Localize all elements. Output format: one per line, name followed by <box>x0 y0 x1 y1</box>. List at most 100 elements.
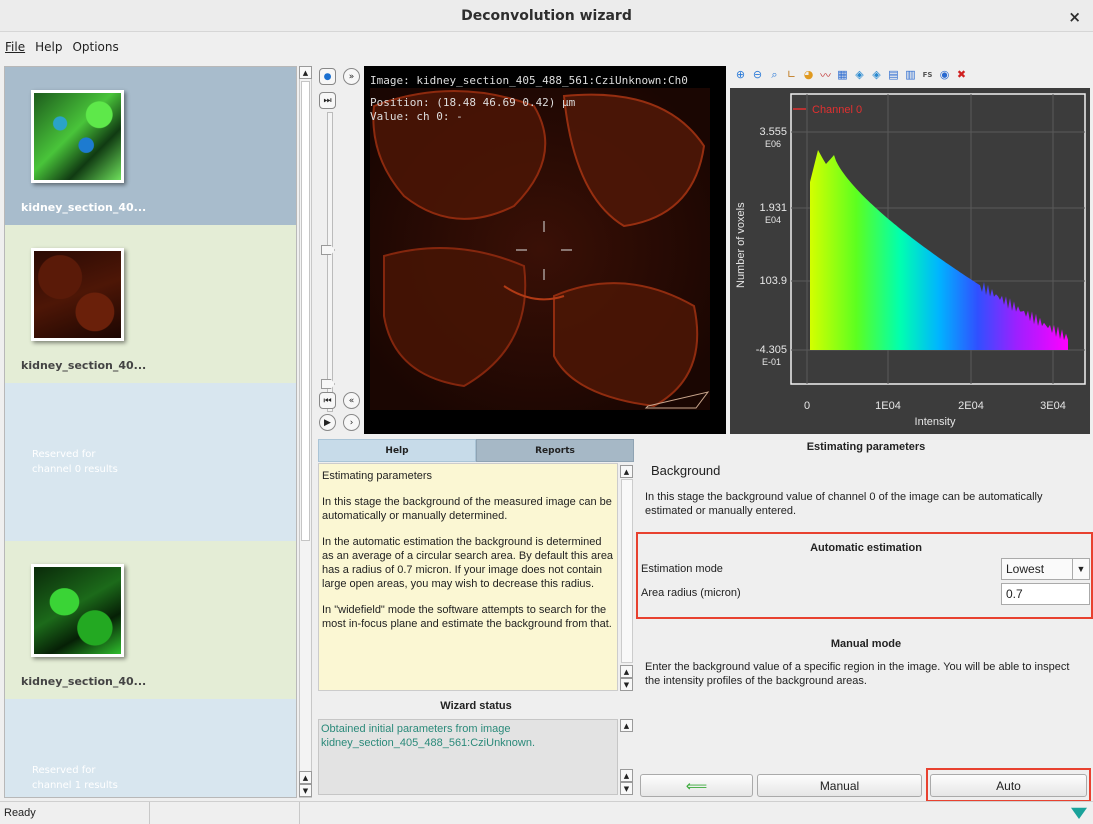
status-text: Ready <box>0 802 150 824</box>
area-radius-label: Area radius (micron) <box>641 587 741 599</box>
tab-help[interactable]: Help <box>318 439 476 462</box>
chart-icon[interactable]: ▦ <box>835 67 850 82</box>
window-title: Deconvolution wizard <box>461 7 632 24</box>
table-icon[interactable]: ▤ <box>886 67 901 82</box>
params-title: Estimating parameters <box>806 441 926 453</box>
chevron-down-icon: ▼ <box>1072 559 1089 579</box>
estimation-mode-label: Estimation mode <box>641 563 723 575</box>
forward-step-icon[interactable]: » <box>343 68 360 85</box>
thumbnail-item[interactable]: kidney_section_40... <box>5 225 296 383</box>
y-tick-exponent: E06 <box>765 139 781 149</box>
thumbnail-image <box>31 90 124 183</box>
help-text-panel: Estimating parameters In this stage the … <box>318 463 618 691</box>
y-tick-label: 103.9 <box>759 275 787 287</box>
menu-file[interactable]: File <box>5 40 25 54</box>
help-paragraph: In "widefield" mode the software attempt… <box>322 604 612 630</box>
status-segment <box>150 802 300 824</box>
scroll-thumb[interactable] <box>301 81 310 541</box>
thumbnail-scrollbar[interactable]: ▲ ▲ ▼ <box>299 66 312 798</box>
auto-button[interactable]: Auto <box>930 774 1087 797</box>
palette-icon[interactable]: ◕ <box>801 67 816 82</box>
manual-mode-title: Manual mode <box>830 638 902 650</box>
label-icon[interactable]: ◈ <box>869 67 884 82</box>
params-description: In this stage the background value of ch… <box>645 491 1043 517</box>
viewer-position: Position: (18.48 46.69 0.42) µm <box>370 96 576 109</box>
y-tick-label: -4.305 <box>756 344 787 356</box>
menu-options[interactable]: Options <box>72 40 118 54</box>
histogram-svg: Channel 0 3.555E06 1.931E04 103.9 -4.305E-0… <box>735 93 1086 428</box>
play-icon[interactable]: ▶ <box>319 414 336 431</box>
scroll-thumb[interactable] <box>621 479 633 663</box>
x-tick-label: 2E04 <box>958 400 984 412</box>
auto-estimation-title: Automatic estimation <box>810 542 922 554</box>
x-tick-label: 0 <box>804 400 810 412</box>
reserved-text: Reserved for channel 1 results <box>32 765 118 791</box>
menu-help[interactable]: Help <box>35 40 62 54</box>
help-icon[interactable]: ◉ <box>937 67 952 82</box>
thumbnail-panel: kidney_section_40... kidney_section_40..… <box>4 66 297 798</box>
scroll-up-icon[interactable]: ▲ <box>620 465 633 478</box>
y-tick-label: 3.555 <box>759 126 787 138</box>
status-scrollbar[interactable]: ▲ ▲ ▼ <box>620 719 634 795</box>
manual-button[interactable]: Manual <box>757 774 922 797</box>
line-plot-icon[interactable]: 〰 <box>818 67 833 82</box>
thumbnail-label: kidney_section_40... <box>21 359 147 372</box>
skip-start-icon[interactable]: ⏮ <box>319 392 336 409</box>
manual-mode-description: Enter the background value of a specific… <box>645 661 1070 687</box>
thumbnail-item[interactable]: kidney_section_40... <box>5 67 296 225</box>
thumbnail-label: kidney_section_40... <box>21 201 147 214</box>
back-arrow-icon: ⟸ <box>685 777 708 795</box>
wizard-status-title: Wizard status <box>440 700 512 712</box>
y-tick-label: 1.931 <box>759 202 787 214</box>
estimation-mode-select[interactable]: Lowest ▼ <box>1001 558 1090 580</box>
scroll-up-icon[interactable]: ▲ <box>620 769 633 782</box>
viewer-image-name: Image: kidney_section_405_488_561:CziUnk… <box>370 74 688 87</box>
reserved-text: Reserved for channel 0 results <box>32 449 118 475</box>
close-icon[interactable]: × <box>1068 8 1081 26</box>
y-tick-exponent: E04 <box>765 215 781 225</box>
scroll-down-icon[interactable]: ▼ <box>620 678 633 691</box>
thumbnail-image <box>31 248 124 341</box>
zoom-fit-icon[interactable]: ⌕ <box>767 67 782 82</box>
zoom-out-icon[interactable]: ⊖ <box>750 67 765 82</box>
scroll-down-icon[interactable]: ▼ <box>299 784 312 797</box>
export-icon[interactable]: ▥ <box>903 67 918 82</box>
tag-icon[interactable]: ◈ <box>852 67 867 82</box>
histogram-chart[interactable]: Channel 0 3.555 E06 1.931 E04 103.9 -4.305 E-0… <box>730 88 1090 434</box>
skip-end-icon[interactable]: ⏭ <box>319 92 336 109</box>
scroll-down-icon[interactable]: ▼ <box>620 782 633 795</box>
help-tabs: Help Reports <box>318 439 634 462</box>
zoom-in-icon[interactable]: ⊕ <box>733 67 748 82</box>
menu-bar: File Help Options <box>0 33 1093 61</box>
y-tick-exponent: E-01 <box>762 357 781 367</box>
help-paragraph: In the automatic estimation the backgrou… <box>322 536 614 590</box>
estimation-mode-value: Lowest <box>1006 562 1045 576</box>
area-radius-field[interactable]: 0.7 <box>1001 583 1090 605</box>
viewer-value: Value: ch 0: - <box>370 110 463 123</box>
fullscreen-icon[interactable]: FS <box>920 67 935 82</box>
logo-icon <box>1071 807 1087 819</box>
legend-label: Channel 0 <box>812 104 862 116</box>
image-viewer[interactable]: Image: kidney_section_405_488_561:CziUnk… <box>364 66 726 434</box>
histogram-area <box>810 150 1068 350</box>
x-tick-label: 1E04 <box>875 400 901 412</box>
x-tick-label: 3E04 <box>1040 400 1066 412</box>
scroll-up-icon[interactable]: ▲ <box>299 66 312 79</box>
help-scrollbar[interactable]: ▲ ▲ ▼ <box>620 463 634 691</box>
y-axis-label: Number of voxels <box>735 202 747 288</box>
help-paragraph: Estimating parameters <box>322 470 433 482</box>
close-plot-icon[interactable]: ✖ <box>954 67 969 82</box>
axis-icon[interactable]: ∟ <box>784 67 799 82</box>
thumbnail-item[interactable]: kidney_section_40... <box>5 541 296 699</box>
zoom-mode-icon[interactable]: ● <box>319 68 336 85</box>
z-slider-track[interactable] <box>327 112 333 412</box>
back-step-icon[interactable]: « <box>343 392 360 409</box>
scroll-up-icon[interactable]: ▲ <box>620 719 633 732</box>
histogram-toolbar: ⊕ ⊖ ⌕ ∟ ◕ 〰 ▦ ◈ ◈ ▤ ▥ FS ◉ ✖ <box>733 67 969 87</box>
scroll-up-icon[interactable]: ▲ <box>299 771 312 784</box>
back-button[interactable]: ⟸ <box>640 774 753 797</box>
play-step-icon[interactable]: › <box>343 414 360 431</box>
tab-reports[interactable]: Reports <box>476 439 634 462</box>
status-bar: Ready <box>0 801 1093 824</box>
scroll-up-icon[interactable]: ▲ <box>620 665 633 678</box>
